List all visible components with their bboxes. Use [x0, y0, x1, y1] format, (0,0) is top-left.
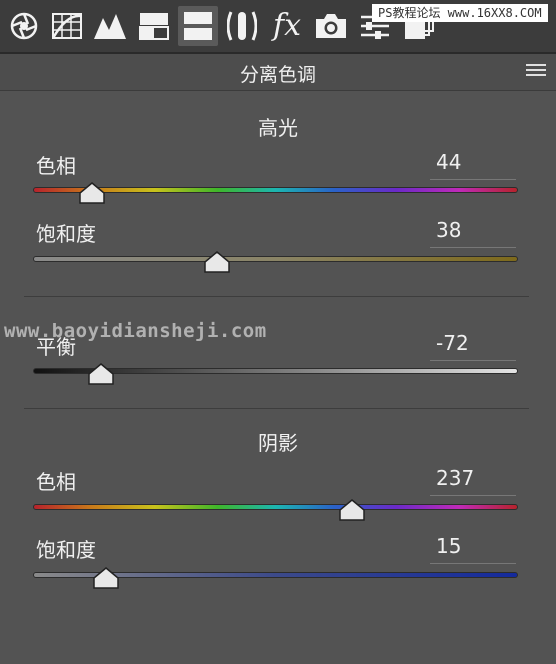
- watermark-top: PS教程论坛 www.16XX8.COM: [372, 4, 548, 22]
- highlights-hue-value[interactable]: 44: [430, 150, 516, 180]
- camera-calibration-icon[interactable]: [311, 6, 351, 46]
- highlights-hue-thumb[interactable]: [79, 182, 106, 204]
- shadows-hue-label: 色相: [36, 470, 76, 494]
- panel-header: 分离色调: [0, 54, 556, 91]
- highlights-saturation-label: 饱和度: [36, 222, 96, 246]
- section-divider: [24, 296, 529, 297]
- shadows-hue-value[interactable]: 237: [430, 466, 516, 496]
- highlights-hue-label: 色相: [36, 154, 76, 178]
- highlights-saturation-thumb[interactable]: [204, 251, 231, 273]
- lens-corrections-icon[interactable]: [222, 6, 262, 46]
- panel-title: 分离色调: [239, 64, 316, 86]
- split-toning-icon[interactable]: [178, 6, 218, 46]
- panel-menu-icon[interactable]: [526, 64, 546, 80]
- mountains-detail-icon[interactable]: [90, 6, 130, 46]
- shadows-hue-thumb[interactable]: [339, 499, 366, 521]
- shadows-title: 阴影: [258, 431, 298, 455]
- balance-value[interactable]: -72: [430, 331, 516, 361]
- shadows-saturation-value[interactable]: 15: [430, 534, 516, 564]
- shadows-hue-slider[interactable]: [33, 504, 518, 510]
- highlights-saturation-slider[interactable]: [33, 256, 518, 262]
- hsl-grayscale-icon[interactable]: [134, 6, 174, 46]
- balance-thumb[interactable]: [88, 363, 114, 385]
- highlights-title: 高光: [258, 116, 298, 140]
- tone-curve-grid-icon[interactable]: [47, 6, 87, 46]
- module-toolbar: fx PS教程论坛 www.16XX8.COM: [0, 0, 556, 52]
- watermark-overlay: www.baoyidiansheji.com: [4, 320, 267, 342]
- highlights-hue-slider[interactable]: [33, 187, 518, 193]
- shadows-saturation-label: 饱和度: [36, 538, 96, 562]
- fx-effects-icon[interactable]: fx: [267, 6, 307, 46]
- highlights-saturation-value[interactable]: 38: [430, 218, 516, 248]
- aperture-icon[interactable]: [4, 6, 44, 46]
- shadows-saturation-thumb[interactable]: [93, 567, 119, 589]
- section-divider: [24, 408, 529, 409]
